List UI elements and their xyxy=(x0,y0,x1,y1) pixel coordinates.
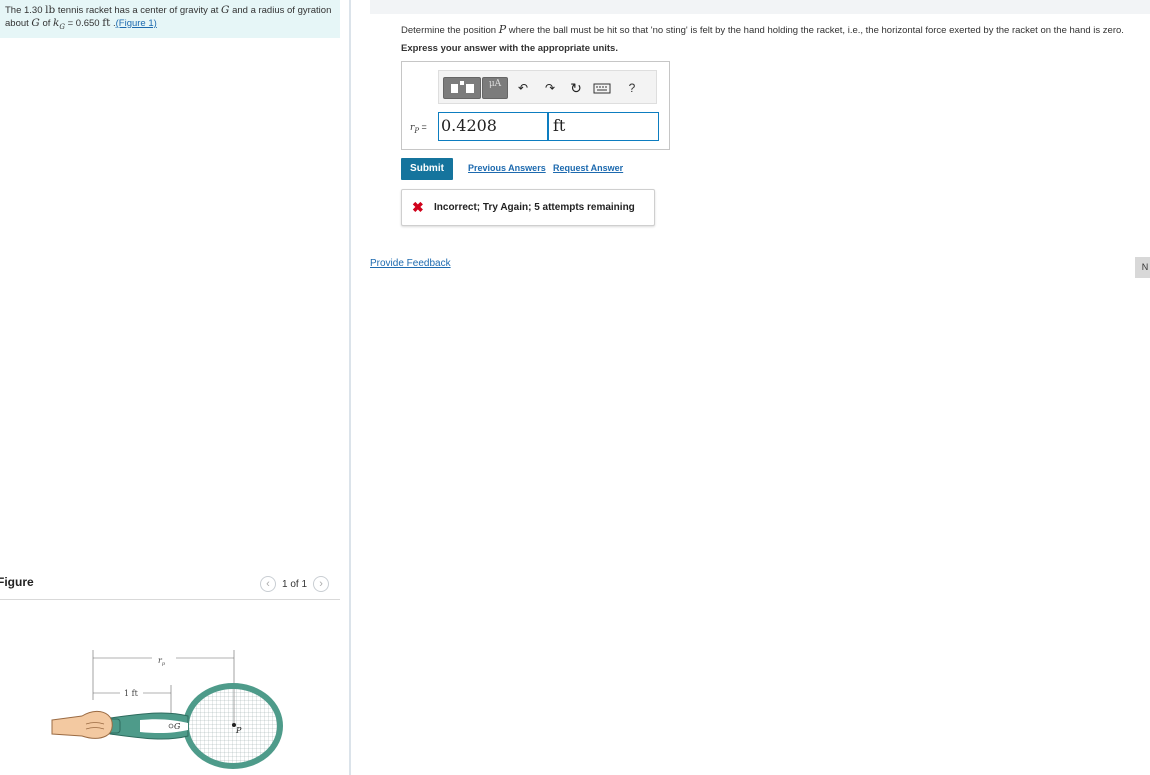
panel-divider xyxy=(349,0,351,775)
answer-unit-input[interactable]: ft xyxy=(548,112,659,141)
reset-icon[interactable]: ↻ xyxy=(567,77,585,99)
previous-answers-link[interactable]: Previous Answers xyxy=(468,163,546,173)
next-tab-button[interactable]: N xyxy=(1135,257,1150,278)
label-rp: rp xyxy=(158,656,166,667)
units-button[interactable]: μA xyxy=(482,77,508,99)
pager-text: 1 of 1 xyxy=(282,578,308,590)
figure-pager: ‹ 1 of 1 › xyxy=(260,576,330,592)
question-text: Determine the position P where the ball … xyxy=(401,23,1124,36)
templates-button[interactable] xyxy=(443,77,481,99)
figure-divider xyxy=(0,599,340,600)
request-answer-link[interactable]: Request Answer xyxy=(553,163,623,173)
feedback-message-box: ✖ Incorrect; Try Again; 5 attempts remai… xyxy=(401,189,655,226)
figure-header: Figure xyxy=(0,575,34,589)
answer-label: rP = xyxy=(410,122,427,135)
feedback-message: Incorrect; Try Again; 5 attempts remaini… xyxy=(434,202,635,213)
figure-link[interactable]: (Figure 1) xyxy=(116,18,157,29)
chevron-left-icon[interactable]: ‹ xyxy=(260,576,276,592)
label-1ft: 1 ft xyxy=(124,689,139,698)
point-g xyxy=(168,723,174,729)
answer-panel: μA ↶ ↷ ↻ ? rP = 0.4208 ft xyxy=(401,61,670,150)
problem-statement: The 1.30 lb tennis racket has a center o… xyxy=(5,4,332,31)
label-p: P xyxy=(235,726,242,735)
redo-icon[interactable]: ↷ xyxy=(541,77,559,99)
label-g: G xyxy=(174,722,181,731)
top-bar xyxy=(370,0,1150,14)
keyboard-icon[interactable] xyxy=(591,77,613,99)
submit-button[interactable]: Submit xyxy=(401,158,453,180)
provide-feedback-link[interactable]: Provide Feedback xyxy=(370,258,451,269)
tennis-racket-figure: rp 1 ft G P xyxy=(51,650,283,769)
math-toolbar: μA ↶ ↷ ↻ ? xyxy=(438,70,657,104)
instruction-text: Express your answer with the appropriate… xyxy=(401,43,618,54)
chevron-right-icon[interactable]: › xyxy=(313,576,330,592)
help-button[interactable]: ? xyxy=(623,77,641,99)
x-icon: ✖ xyxy=(412,199,424,215)
hand xyxy=(51,710,113,739)
answer-value-input[interactable]: 0.4208 xyxy=(438,112,548,141)
undo-icon[interactable]: ↶ xyxy=(514,77,532,99)
